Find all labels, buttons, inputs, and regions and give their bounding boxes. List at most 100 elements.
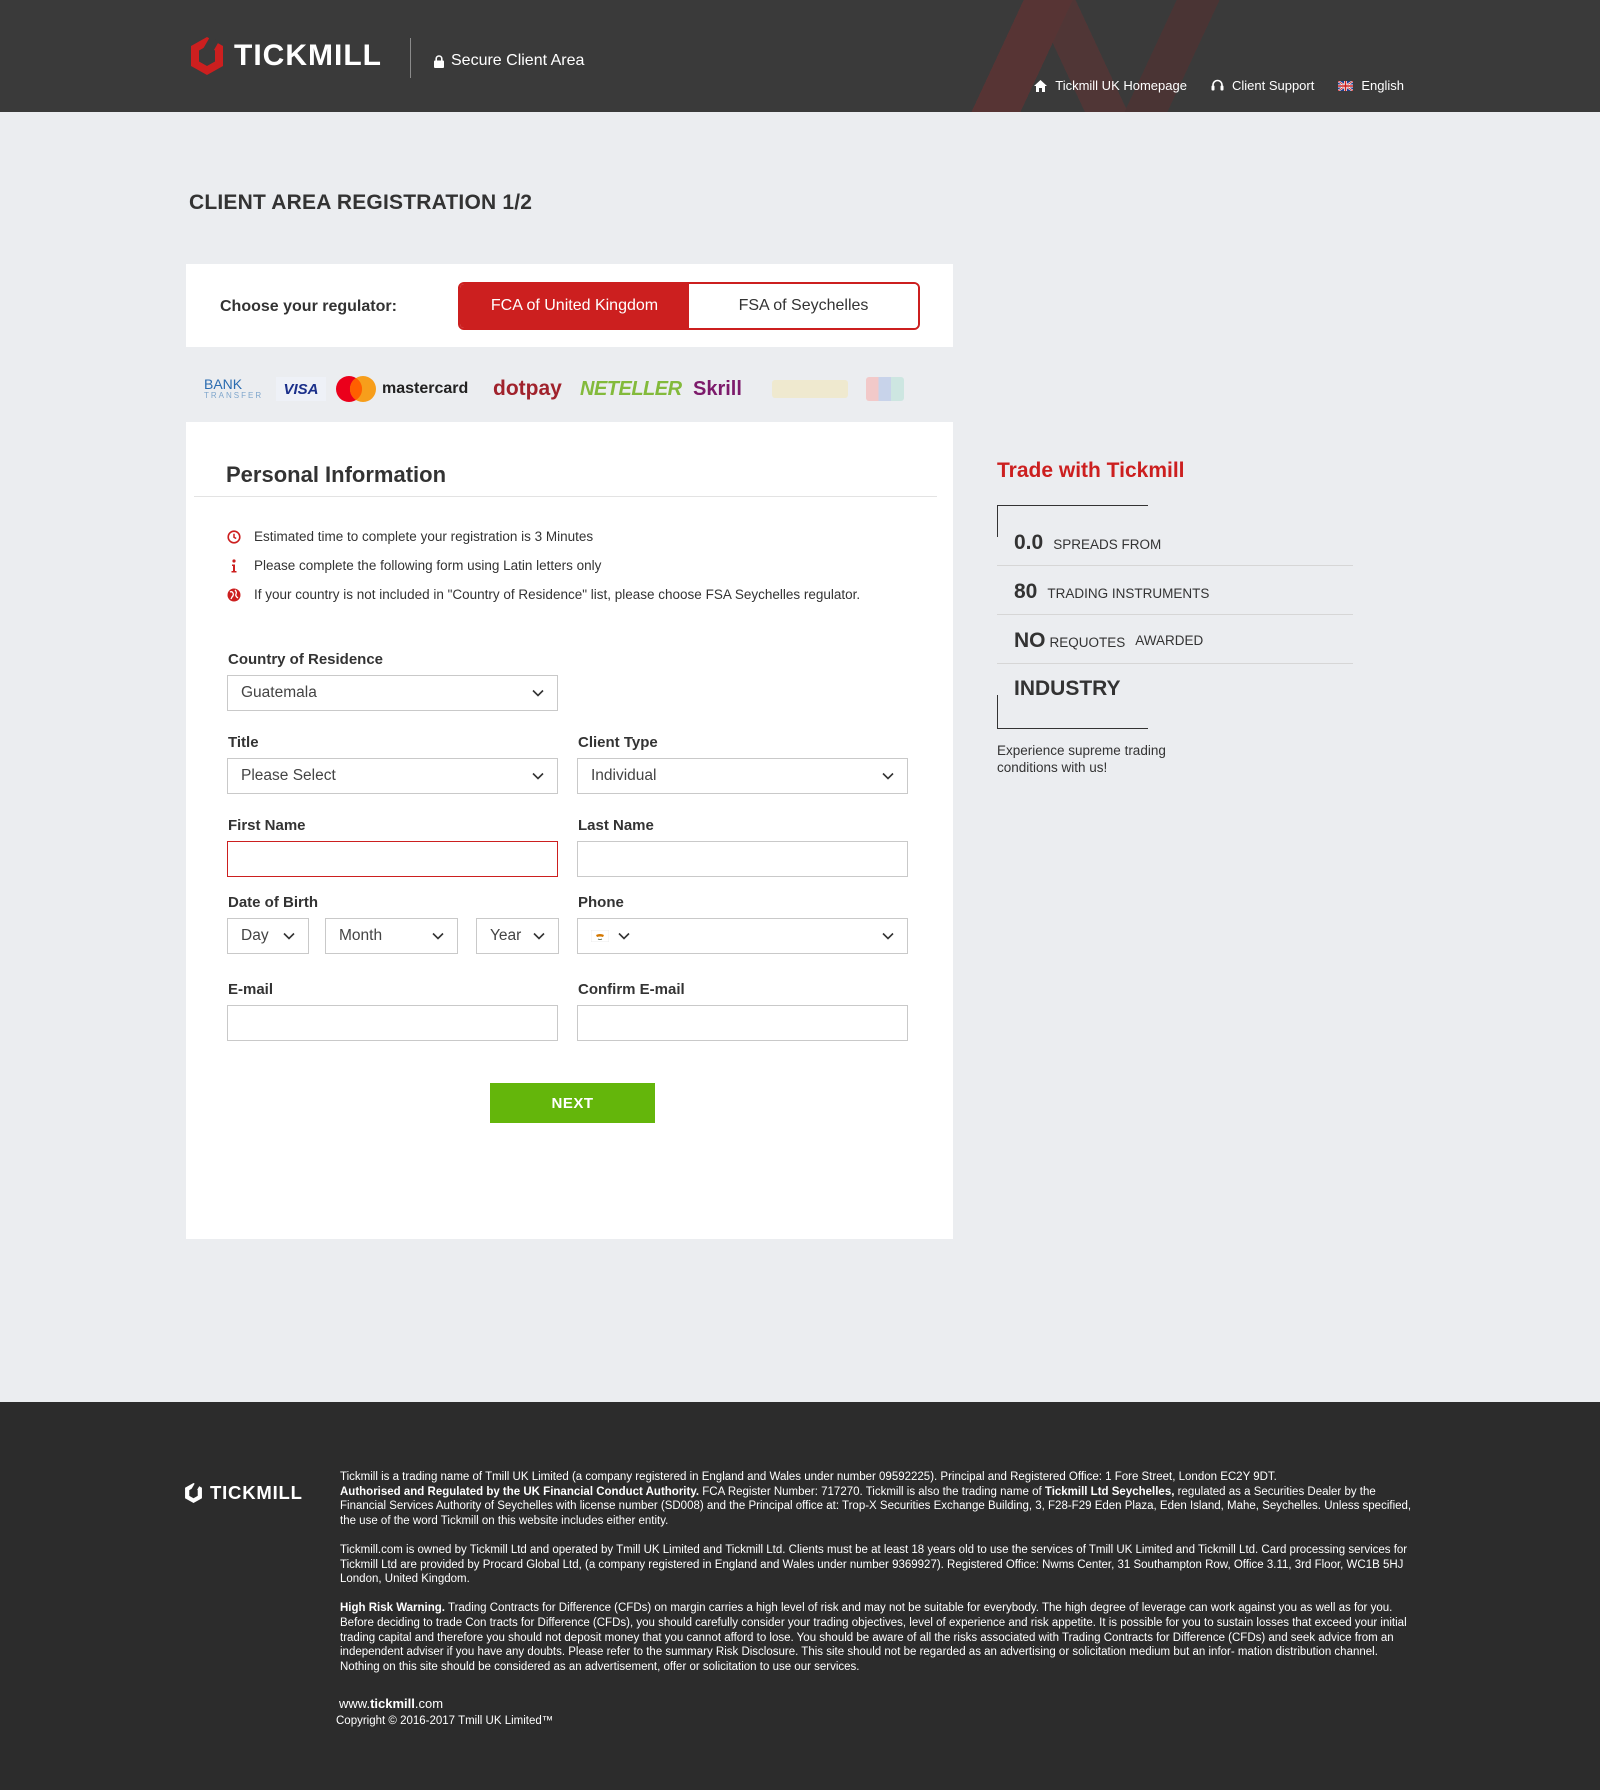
first-name-input[interactable]: [227, 841, 558, 877]
sidebar-frame-top: [997, 505, 1148, 506]
chevron-down-icon: [882, 772, 894, 780]
chevron-down-icon: [533, 932, 545, 940]
stat-number: 0.0: [1014, 531, 1044, 554]
dob-day-select[interactable]: Day: [227, 918, 309, 954]
footer-text: FCA Register Number: 717270. Tickmill is…: [699, 1485, 1045, 1498]
sidebar-frame-left-bottom: [997, 695, 998, 729]
note-text: Estimated time to complete your registra…: [254, 529, 594, 544]
skrill-logo-text: Skrill: [693, 377, 742, 400]
neteller-logo-text: NETELLER: [580, 377, 682, 400]
lock-icon: [434, 54, 444, 68]
stat-divider: [997, 565, 1353, 566]
footer-text: Tickmill is a trading name of Tmill UK L…: [340, 1471, 1277, 1483]
nav-homepage-label: Tickmill UK Homepage: [1055, 78, 1187, 93]
last-name-input[interactable]: [577, 841, 908, 877]
confirm-email-input[interactable]: [577, 1005, 908, 1041]
header-background: [840, 0, 1400, 112]
headset-icon: [1211, 79, 1224, 91]
unionpay-logo: [866, 370, 904, 408]
tickmill-logo-icon: [185, 1482, 202, 1504]
last-name-label: Last Name: [578, 817, 654, 834]
regulator-option-fsa[interactable]: FSA of Seychelles: [689, 284, 918, 328]
stat-divider: [997, 614, 1353, 615]
stat-label: REQUOTES: [1049, 635, 1126, 650]
skrill-logo: Skrill: [693, 370, 742, 408]
regulator-option-fca[interactable]: FCA of United Kingdom: [460, 284, 689, 328]
next-button[interactable]: NEXT: [490, 1083, 655, 1123]
dob-year-select[interactable]: Year: [476, 918, 559, 954]
stat-label: SPREADS FROM: [1053, 537, 1162, 552]
dotpay-logo: dotpay: [493, 370, 562, 408]
sidebar-stats: 0.0 SPREADS FROM 80 TRADING INSTRUMENTS …: [997, 505, 1353, 729]
stat-industry: INDUSTRY: [1014, 677, 1121, 701]
faded-payment-logo: [772, 370, 848, 408]
stat-extra-label: AWARDED: [1135, 633, 1204, 648]
language-selector[interactable]: English: [1338, 78, 1404, 93]
footer-copyright: Copyright © 2016-2017 Tmill UK Limited™: [336, 1715, 554, 1727]
footer-text: Trading Contracts for Difference (CFDs) …: [340, 1602, 1407, 1673]
stat-number: 80: [1014, 580, 1038, 603]
tickmill-logo[interactable]: TICKMILL: [189, 36, 382, 76]
language-label: English: [1361, 78, 1404, 93]
nav-client-support-label: Client Support: [1231, 78, 1315, 93]
first-name-label: First Name: [228, 817, 306, 834]
country-flag-dropdown[interactable]: [591, 930, 630, 942]
header-nav: Tickmill UK Homepage Client Support Engl…: [1034, 78, 1404, 93]
footer-website-link[interactable]: www.tickmill.com: [339, 1696, 443, 1711]
footer-paragraph-3: High Risk Warning. Trading Contracts for…: [340, 1601, 1420, 1674]
sidebar-frame-bottom: [997, 728, 1148, 729]
footer-text-bold: Tickmill Ltd Seychelles,: [1044, 1485, 1175, 1498]
nav-homepage-link[interactable]: Tickmill UK Homepage: [1034, 78, 1187, 93]
sidebar-note: Experience supreme trading conditions wi…: [997, 743, 1166, 775]
globe-icon: [226, 587, 242, 603]
info-icon: [226, 558, 242, 574]
site-footer: TICKMILL Tickmill is a trading name of T…: [0, 1402, 1600, 1790]
info-notes: Estimated time to complete your registra…: [226, 522, 860, 609]
sidebar-title: Trade with Tickmill: [997, 459, 1185, 482]
country-select[interactable]: Guatemala: [227, 675, 558, 711]
confirm-email-label: Confirm E-mail: [578, 981, 685, 998]
footer-legal-text: Tickmill is a trading name of Tmill UK L…: [340, 1470, 1420, 1689]
footer-url-bold: tickmill: [370, 1696, 415, 1711]
note-text: If your country is not included in "Coun…: [254, 587, 861, 602]
chevron-down-icon: [532, 689, 544, 697]
sidebar-frame-left-top: [997, 505, 998, 537]
footer-logo-text: TICKMILL: [210, 1482, 303, 1503]
note-estimated-time: Estimated time to complete your registra…: [226, 522, 860, 551]
footer-paragraph-1: Tickmill is a trading name of Tmill UK L…: [340, 1470, 1420, 1528]
uk-flag-icon: [1338, 80, 1354, 91]
site-header: TICKMILL Secure Client Area Tickmill UK …: [0, 0, 1600, 112]
stat-number: NO: [1014, 629, 1046, 652]
client-type-select[interactable]: Individual: [577, 758, 908, 794]
footer-url-part: www.: [339, 1696, 371, 1711]
phone-input[interactable]: [577, 918, 908, 954]
clock-icon: [226, 529, 242, 545]
secure-client-area: Secure Client Area: [434, 52, 584, 70]
chevron-down-icon: [283, 932, 295, 940]
dob-month-select[interactable]: Month: [325, 918, 458, 954]
footer-url-part: .com: [414, 1696, 444, 1711]
footer-text-bold: High Risk Warning.: [340, 1602, 445, 1615]
stat-number: INDUSTRY: [1014, 677, 1121, 700]
mastercard-circles-icon: [336, 376, 376, 402]
mastercard-logo-text: mastercard: [382, 380, 469, 397]
chevron-down-icon: [432, 932, 444, 940]
chevron-down-icon: [532, 772, 544, 780]
client-type-label: Client Type: [578, 734, 658, 751]
title-select[interactable]: Please Select: [227, 758, 558, 794]
footer-logo[interactable]: TICKMILL: [184, 1482, 303, 1504]
cyprus-flag-icon: [591, 930, 609, 942]
email-label: E-mail: [228, 981, 274, 998]
stat-instruments: 80 TRADING INSTRUMENTS: [1014, 580, 1209, 604]
email-input[interactable]: [227, 1005, 558, 1041]
stat-label: TRADING INSTRUMENTS: [1047, 586, 1210, 601]
page-title: CLIENT AREA REGISTRATION 1/2: [189, 191, 533, 214]
dotpay-logo-text: dotpay: [493, 377, 562, 400]
stat-divider: [997, 663, 1353, 664]
nav-client-support-link[interactable]: Client Support: [1211, 78, 1314, 93]
note-country-list: If your country is not included in "Coun…: [226, 580, 860, 609]
personal-info-card: Personal Information Estimated time to c…: [186, 422, 953, 1239]
dob-year-value: Year: [490, 927, 522, 944]
note-latin-letters: Please complete the following form using…: [226, 551, 860, 580]
bank-transfer-logo: BANK TRANSFER: [204, 370, 263, 408]
